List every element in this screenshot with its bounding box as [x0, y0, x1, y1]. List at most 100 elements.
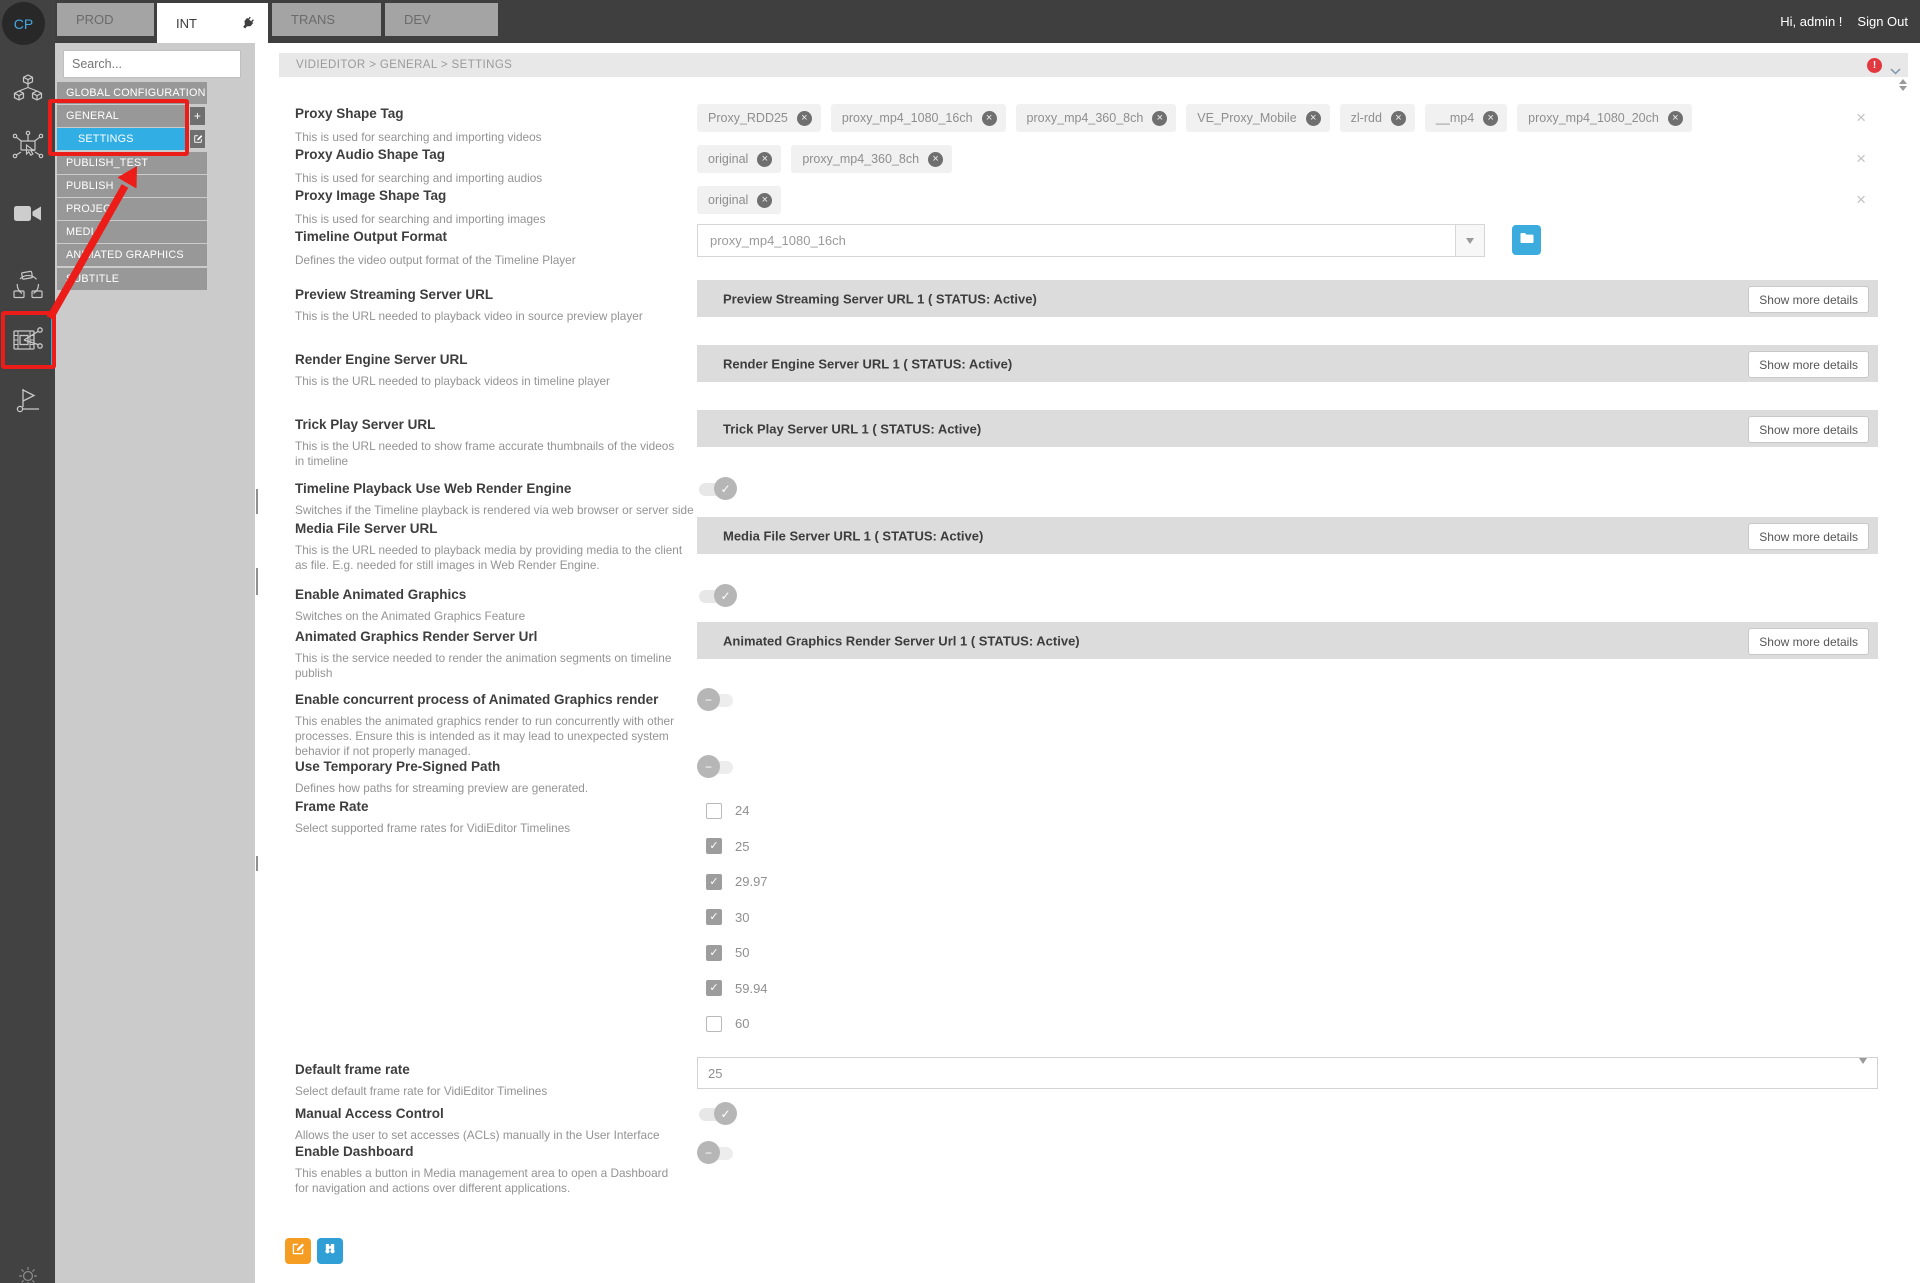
remove-tag-icon[interactable]: ×	[928, 152, 943, 167]
clear-field-icon[interactable]: ×	[1856, 149, 1866, 169]
proxy-image-shape-tag-field[interactable]: original××	[697, 183, 1878, 217]
avatar[interactable]: CP	[2, 2, 45, 45]
tag-chip[interactable]: original×	[697, 186, 781, 214]
checkbox-checked[interactable]: ✓	[706, 980, 722, 996]
sidebar-item-general[interactable]: GENERAL+	[57, 105, 188, 127]
preview-streaming-server-bar: Preview Streaming Server URL 1 ( STATUS:…	[697, 280, 1878, 317]
remove-tag-icon[interactable]: ×	[757, 193, 772, 208]
distribution-icon[interactable]	[11, 268, 45, 307]
tag-chip-label: proxy_mp4_1080_16ch	[842, 111, 973, 125]
sidebar-item-global-configuration[interactable]: GLOBAL CONFIGURATION	[57, 82, 207, 104]
tab-prod[interactable]: PROD	[57, 3, 154, 36]
tag-chip[interactable]: original×	[697, 145, 781, 173]
toggle-enable-dashboard[interactable]: −	[697, 1141, 737, 1165]
default-frame-rate-value: 25	[708, 1066, 722, 1081]
proxy-audio-shape-tag-field[interactable]: original×proxy_mp4_360_8ch××	[697, 142, 1878, 176]
tab-int[interactable]: INT	[157, 3, 268, 43]
separator-tick	[256, 856, 258, 871]
dropdown-caret[interactable]	[1455, 225, 1484, 256]
show-more-details-button[interactable]: Show more details	[1748, 286, 1869, 313]
show-more-details-button[interactable]: Show more details	[1748, 628, 1869, 655]
clear-field-icon[interactable]: ×	[1856, 108, 1866, 128]
remove-tag-icon[interactable]: ×	[797, 111, 812, 126]
server-status-text: Animated Graphics Render Server Url 1 ( …	[723, 633, 1080, 648]
tag-chip[interactable]: __mp4×	[1425, 104, 1507, 132]
scrollbar-arrows[interactable]	[1899, 79, 1907, 91]
tag-chip[interactable]: proxy_mp4_1080_20ch×	[1517, 104, 1692, 132]
publish-icon[interactable]	[13, 386, 43, 421]
timeline-output-format-input[interactable]: proxy_mp4_1080_16ch	[697, 224, 1485, 257]
add-config-button[interactable]: +	[190, 107, 205, 125]
sidebar-item-settings[interactable]: SETTINGS	[57, 128, 188, 150]
sidebar-item-animated-graphics[interactable]: ANIMATED GRAPHICS	[57, 244, 207, 266]
checkbox-label: 60	[735, 1016, 749, 1031]
checkbox-checked[interactable]: ✓	[706, 874, 722, 890]
remove-tag-icon[interactable]: ×	[982, 111, 997, 126]
chevron-down-icon[interactable]	[1890, 62, 1901, 80]
frame-rate-option[interactable]: ✓25	[706, 838, 768, 855]
remove-tag-icon[interactable]: ×	[757, 152, 772, 167]
sign-out-link[interactable]: Sign Out	[1857, 14, 1908, 29]
remove-tag-icon[interactable]: ×	[1668, 111, 1683, 126]
remove-tag-icon[interactable]: ×	[1306, 111, 1321, 126]
tag-chip[interactable]: zl-rdd×	[1340, 104, 1415, 132]
setting-desc: This is the URL needed to playback media…	[295, 543, 695, 573]
breadcrumb-bar: VIDIEDITOR > GENERAL > SETTINGS !	[279, 53, 1908, 77]
show-more-details-button[interactable]: Show more details	[1748, 351, 1869, 378]
show-more-details-button[interactable]: Show more details	[1748, 523, 1869, 550]
setting-desc: Defines how paths for streaming preview …	[295, 781, 695, 796]
modules-icon[interactable]	[12, 72, 44, 109]
tag-chip[interactable]: proxy_mp4_360_8ch×	[791, 145, 952, 173]
tab-dev[interactable]: DEV	[385, 3, 498, 36]
video-editor-icon[interactable]	[10, 322, 46, 363]
scroll-up-icon[interactable]	[1899, 79, 1907, 84]
remove-tag-icon[interactable]: ×	[1483, 111, 1498, 126]
proxy-shape-tag-field[interactable]: Proxy_RDD25×proxy_mp4_1080_16ch×proxy_mp…	[697, 101, 1878, 135]
remove-tag-icon[interactable]: ×	[1391, 111, 1406, 126]
frame-rate-option[interactable]: ✓30	[706, 909, 768, 926]
checkbox-checked[interactable]: ✓	[706, 945, 722, 961]
remove-tag-icon[interactable]: ×	[1152, 111, 1167, 126]
frame-rate-option[interactable]: ✓59.94	[706, 980, 768, 997]
checkbox-checked[interactable]: ✓	[706, 909, 722, 925]
sidebar-item-publish[interactable]: PUBLISH	[57, 175, 207, 197]
tag-chip[interactable]: VE_Proxy_Mobile×	[1186, 104, 1329, 132]
frame-rate-option[interactable]: 24	[706, 802, 768, 819]
frame-rate-option[interactable]: ✓29.97	[706, 873, 768, 890]
toggle-manual-access-control[interactable]: ✓	[697, 1102, 737, 1126]
edit-settings-button[interactable]	[285, 1238, 311, 1264]
sidebar-item-subtitle[interactable]: SUBTITLE	[57, 268, 207, 290]
setting-desc: This is used for searching and importing…	[295, 212, 695, 227]
scroll-down-icon[interactable]	[1899, 86, 1907, 91]
show-more-details-button[interactable]: Show more details	[1748, 416, 1869, 443]
settings-gear-icon[interactable]	[10, 1266, 46, 1283]
find-settings-button[interactable]	[317, 1238, 343, 1264]
checkbox-unchecked[interactable]	[706, 803, 722, 819]
frame-rate-option[interactable]: ✓50	[706, 944, 768, 961]
toggle-enable-animated-graphics[interactable]: ✓	[697, 584, 737, 608]
tag-chip[interactable]: Proxy_RDD25×	[697, 104, 821, 132]
setting-label: Render Engine Server URL	[295, 352, 468, 367]
tag-chip[interactable]: proxy_mp4_1080_16ch ×	[831, 104, 1006, 132]
checkbox-unchecked[interactable]	[706, 1016, 722, 1032]
error-icon[interactable]: !	[1867, 58, 1882, 73]
trick-play-server-bar: Trick Play Server URL 1 ( STATUS: Active…	[697, 410, 1878, 447]
sidebar-item-publish-test[interactable]: PUBLISH_TEST	[57, 152, 207, 174]
search-input[interactable]	[63, 50, 241, 78]
tag-chip[interactable]: proxy_mp4_360_8ch×	[1016, 104, 1177, 132]
tab-trans[interactable]: TRANS	[272, 3, 381, 36]
toggle-temporary-presigned-path[interactable]: −	[697, 755, 737, 779]
breadcrumb: VIDIEDITOR > GENERAL > SETTINGS	[296, 59, 512, 71]
automation-icon[interactable]	[11, 130, 45, 169]
clear-field-icon[interactable]: ×	[1856, 190, 1866, 210]
sidebar-item-media[interactable]: MEDIA	[57, 221, 207, 243]
default-frame-rate-select[interactable]: 25	[697, 1057, 1878, 1089]
frame-rate-option[interactable]: 60	[706, 1015, 768, 1032]
browse-folder-button[interactable]	[1512, 225, 1541, 255]
toggle-concurrent-ag-render[interactable]: −	[697, 688, 737, 712]
checkbox-checked[interactable]: ✓	[706, 838, 722, 854]
edit-config-button[interactable]	[190, 130, 205, 148]
toggle-timeline-playback-web-render[interactable]: ✓	[697, 477, 737, 501]
sidebar-item-project[interactable]: PROJECT	[57, 198, 207, 220]
camera-icon[interactable]	[14, 203, 42, 230]
